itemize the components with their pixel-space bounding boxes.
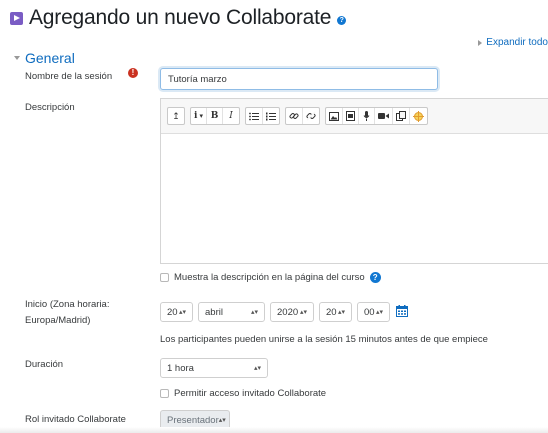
join-hint-text: Los participantes pueden unirse a la ses…: [160, 334, 488, 345]
help-icon[interactable]: ?: [337, 15, 347, 25]
select-arrows-icon: ▴▾: [178, 308, 186, 316]
duration-value: 1 hora: [167, 362, 194, 374]
record-video-button[interactable]: [375, 108, 393, 124]
toolbar-group-media: [325, 107, 428, 125]
record-audio-button[interactable]: [359, 108, 375, 124]
insert-media-button[interactable]: [343, 108, 359, 124]
ordered-list-button[interactable]: [263, 108, 279, 124]
expand-all-link[interactable]: Expandir todo: [478, 37, 548, 48]
start-day-value: 20: [167, 306, 178, 318]
guest-access-row: Permitir acceso invitado Collaborate: [160, 388, 326, 399]
section-title[interactable]: General: [25, 50, 75, 66]
info-icon: i: [194, 111, 198, 121]
help-icon[interactable]: ?: [369, 272, 381, 283]
select-arrows-icon: ▴▾: [337, 308, 345, 316]
toolbar-group-lists: [245, 107, 280, 125]
start-day-select[interactable]: 20 ▴▾: [160, 302, 193, 322]
accessibility-checker-button[interactable]: [410, 108, 427, 124]
guest-role-value: Presentador: [167, 414, 219, 426]
select-arrows-icon: ▴▾: [375, 308, 383, 316]
unlink-button[interactable]: [303, 108, 319, 124]
unordered-list-icon: [249, 112, 259, 120]
unordered-list-button[interactable]: [246, 108, 263, 124]
start-label-line2: Europa/Madrid): [25, 315, 91, 326]
accessibility-icon: [413, 110, 424, 122]
description-label: Descripción: [25, 102, 75, 113]
start-hour-select[interactable]: 20 ▴▾: [319, 302, 352, 322]
dropdown-caret-icon: ▾: [199, 113, 203, 120]
show-description-row: Muestra la descripción en la página del …: [160, 272, 381, 283]
start-minute-select[interactable]: 00 ▴▾: [357, 302, 390, 322]
expand-all-label[interactable]: Expandir todo: [486, 37, 548, 48]
collapse-toolbar-button[interactable]: ↥: [168, 108, 184, 124]
media-icon: [346, 111, 355, 121]
unlink-icon: [306, 111, 316, 121]
description-editor[interactable]: ↥ i ▾ B I: [160, 98, 548, 264]
session-name-label: Nombre de la sesión: [25, 71, 113, 82]
microphone-icon: [363, 111, 370, 121]
page-bottom-edge: [0, 427, 548, 433]
files-icon: [396, 111, 406, 121]
duration-select[interactable]: 1 hora ▴▾: [160, 358, 268, 378]
video-camera-icon: [378, 113, 389, 119]
toolbar-group-text: i ▾ B I: [190, 107, 240, 125]
show-description-label[interactable]: Muestra la descripción en la página del …: [174, 272, 365, 283]
guest-access-checkbox[interactable]: [160, 389, 169, 398]
manage-files-button[interactable]: [393, 108, 410, 124]
guest-access-label[interactable]: Permitir acceso invitado Collaborate: [174, 388, 326, 399]
editor-toolbar: ↥ i ▾ B I: [161, 99, 548, 134]
guest-role-label: Rol invitado Collaborate: [25, 414, 126, 425]
section-general-header[interactable]: General: [14, 50, 75, 66]
insert-image-button[interactable]: [326, 108, 343, 124]
toolbar-group-links: [285, 107, 320, 125]
show-description-checkbox[interactable]: [160, 273, 169, 282]
collapse-caret-icon[interactable]: [14, 56, 20, 60]
link-button[interactable]: [286, 108, 303, 124]
select-arrows-icon: ▴▾: [299, 308, 307, 316]
select-arrows-icon: ▴▾: [253, 364, 261, 372]
start-month-select[interactable]: abril ▴▾: [198, 302, 265, 322]
italic-button[interactable]: I: [223, 108, 239, 124]
start-label-line1: Inicio (Zona horaria:: [25, 299, 110, 310]
page-title: Agregando un nuevo Collaborate ?: [10, 6, 347, 30]
start-month-value: abril: [205, 306, 223, 318]
page-title-text: Agregando un nuevo Collaborate: [29, 6, 332, 29]
link-icon: [289, 113, 299, 119]
calendar-icon[interactable]: [396, 305, 408, 317]
collaborate-module-icon: [10, 11, 23, 25]
paragraph-style-button[interactable]: i ▾: [191, 108, 207, 124]
expand-triangle-icon: [478, 39, 483, 46]
duration-label: Duración: [25, 359, 64, 370]
select-arrows-icon: ▴▾: [250, 308, 258, 316]
image-icon: [329, 111, 339, 121]
select-arrows-icon: ▴▾: [218, 416, 226, 424]
session-name-input[interactable]: [160, 68, 438, 90]
start-minute-value: 00: [364, 306, 375, 318]
ordered-list-icon: [266, 112, 276, 120]
toolbar-group-collapse: ↥: [167, 107, 185, 125]
bold-button[interactable]: B: [207, 108, 223, 124]
start-year-value: 2020: [277, 306, 299, 318]
start-label: Inicio (Zona horaria: Europa/Madrid): [25, 298, 109, 327]
start-hour-value: 20: [326, 306, 337, 318]
start-year-select[interactable]: 2020 ▴▾: [270, 302, 314, 322]
required-icon: !: [128, 68, 138, 78]
